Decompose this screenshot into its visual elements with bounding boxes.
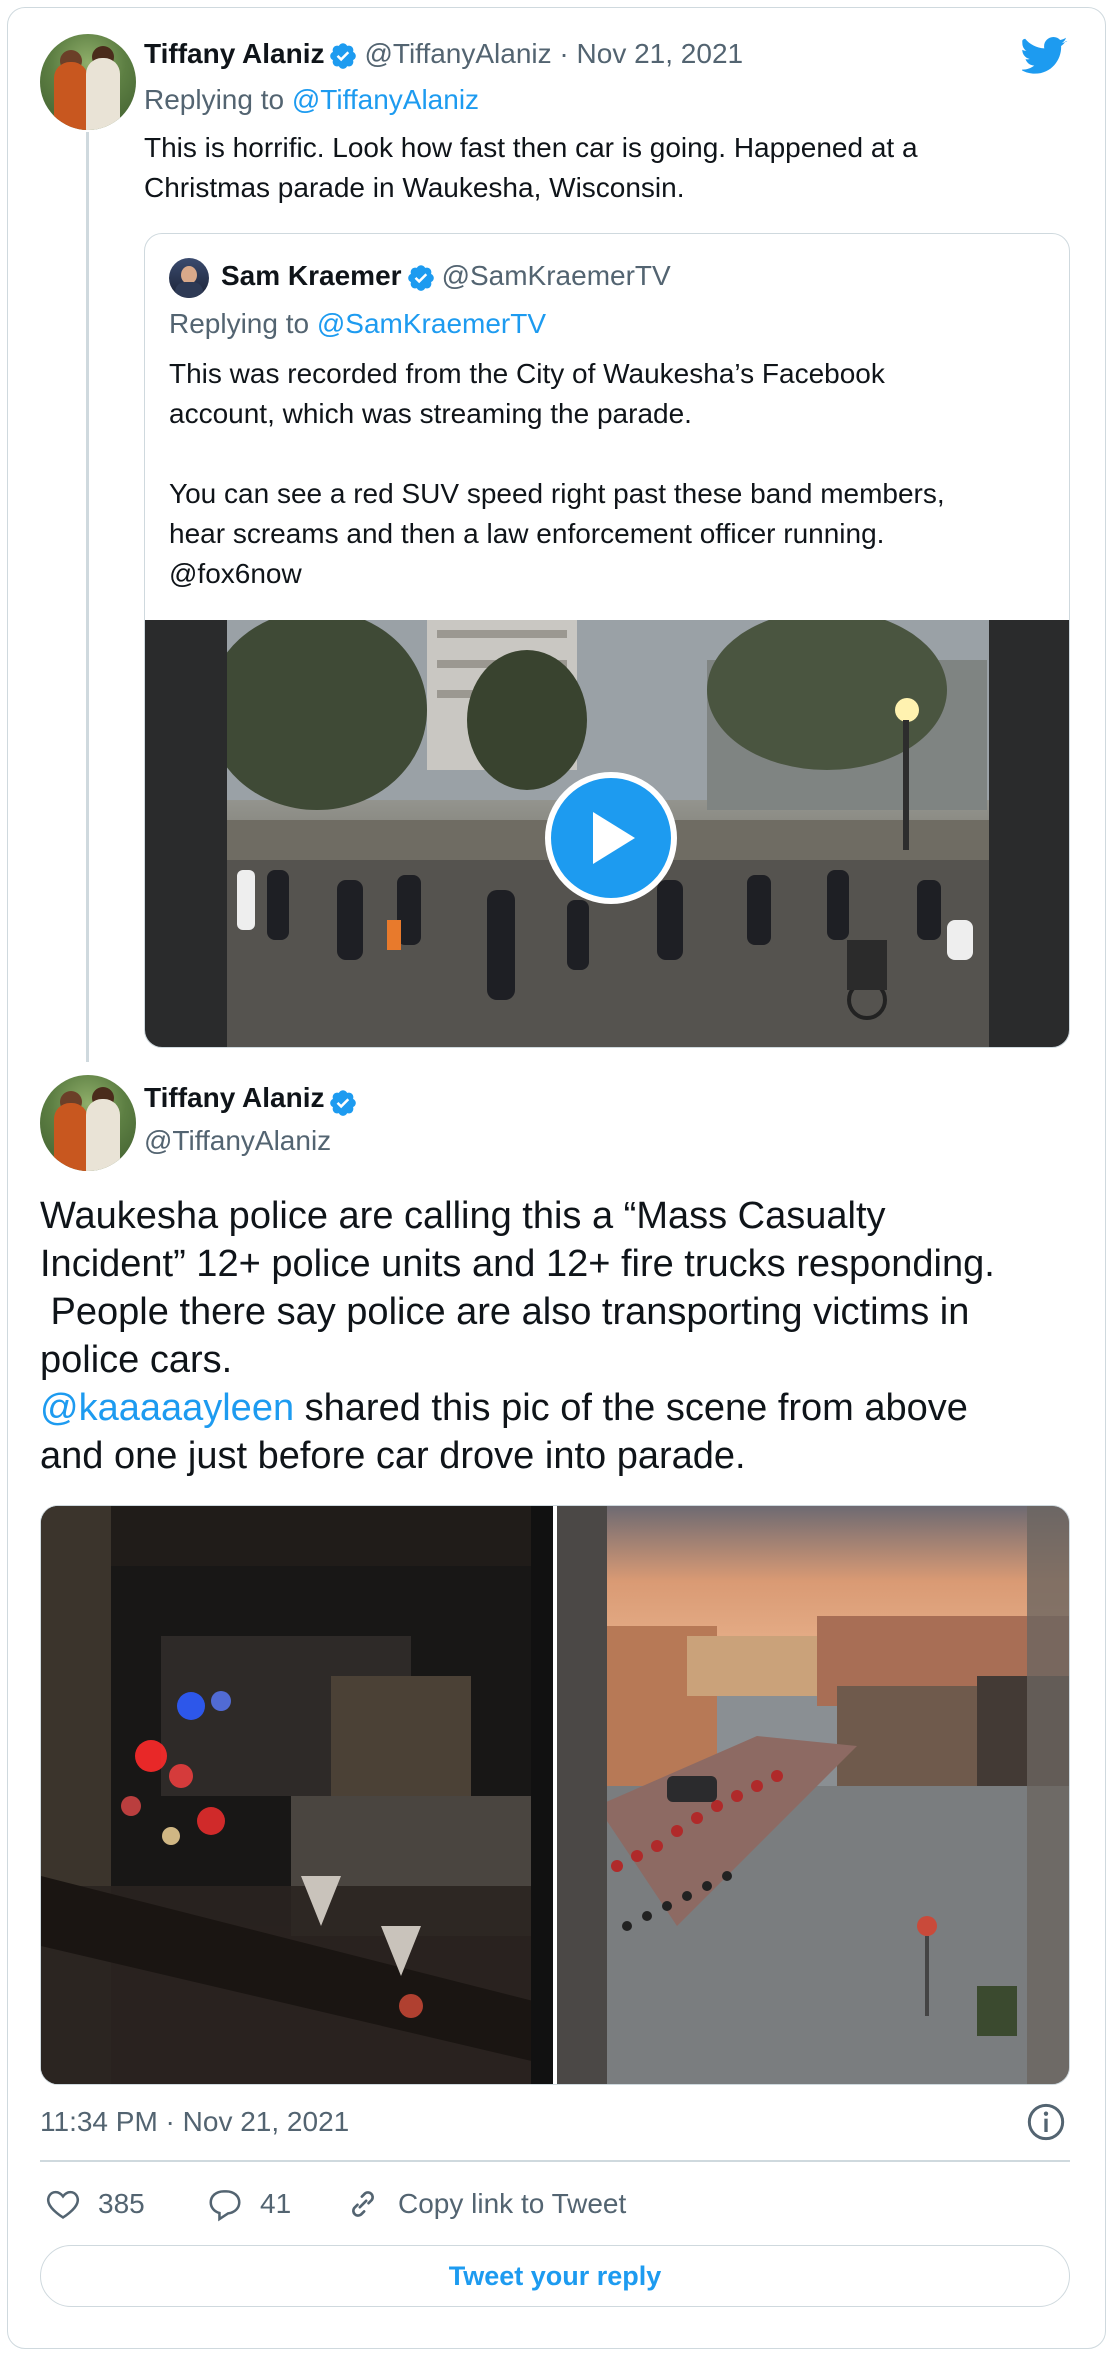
main-text-line-mention: @kaaaaayleen shared this pic of the scen…	[40, 1384, 1080, 1432]
copy-link-action[interactable]: Copy link to Tweet	[344, 2184, 626, 2224]
avatar-tiffany-alaniz[interactable]	[40, 1075, 136, 1171]
quoted-tweet-text: This was recorded from the City of Wauke…	[169, 354, 1049, 594]
author-handle[interactable]: @TiffanyAlaniz	[364, 38, 551, 69]
quoted-text-line: hear screams and then a law enforcement …	[169, 518, 885, 549]
reply-tweet-text: This is horrific. Look how fast then car…	[144, 128, 1054, 208]
header-separator: ·	[551, 38, 577, 69]
tweet-date[interactable]: Nov 21, 2021	[577, 38, 744, 69]
tweet-timestamp[interactable]: 11:34 PM · Nov 21, 2021	[40, 2106, 349, 2138]
quoted-text-line: You can see a red SUV speed right past t…	[169, 478, 945, 509]
replying-to-prefix: Replying to	[144, 84, 292, 115]
quoted-author-name[interactable]: Sam Kraemer	[221, 260, 402, 291]
quoted-text-mention[interactable]: @fox6now	[169, 554, 1049, 594]
tweet-your-reply-button[interactable]: Tweet your reply	[40, 2245, 1070, 2307]
twitter-logo-icon[interactable]	[1022, 36, 1068, 76]
main-text-line: Waukesha police are calling this a “Mass…	[40, 1195, 886, 1237]
main-tweet-header: Tiffany Alaniz	[144, 1082, 364, 1118]
avatar-sam-kraemer[interactable]	[169, 258, 209, 298]
main-text-line: police cars.	[40, 1339, 233, 1381]
photo-night-scene[interactable]	[41, 1506, 553, 2084]
replying-to-line: Replying to @TiffanyAlaniz	[144, 84, 479, 116]
replying-to-prefix: Replying to	[169, 308, 317, 339]
photo-grid	[40, 1505, 1070, 2085]
quoted-author-handle[interactable]: @SamKraemerTV	[442, 260, 671, 291]
video-player[interactable]	[145, 620, 1069, 1047]
link-icon	[352, 2191, 374, 2217]
reply-count: 41	[260, 2188, 292, 2219]
reply-tweet-text-line: Christmas parade in Waukesha, Wisconsin.	[144, 172, 685, 203]
main-text-line: Incident” 12+ police units and 12+ fire …	[40, 1243, 995, 1285]
reply-action[interactable]: 41	[206, 2184, 291, 2224]
verified-badge-icon	[330, 42, 357, 69]
like-count: 385	[98, 2188, 145, 2219]
main-author-handle[interactable]: @TiffanyAlaniz	[144, 1125, 331, 1157]
like-action[interactable]: 385	[44, 2184, 145, 2224]
info-icon[interactable]	[1026, 2102, 1066, 2142]
photo-daytime-scene[interactable]	[557, 1506, 1069, 2084]
play-icon	[593, 812, 635, 864]
avatar-tiffany-alaniz[interactable]	[40, 34, 136, 130]
verified-badge-icon	[330, 1089, 357, 1116]
reply-tweet-text-line: This is horrific. Look how fast then car…	[144, 132, 918, 163]
quoted-text-line: This was recorded from the City of Wauke…	[169, 358, 885, 389]
reply-tweet-header: Tiffany Alaniz @TiffanyAlaniz · Nov 21, 2…	[144, 38, 743, 71]
quoted-tweet-header: Sam Kraemer @SamKraemerTV	[221, 260, 671, 293]
main-text-line: People there say police are also transpo…	[40, 1291, 970, 1333]
replying-to-handle[interactable]: @SamKraemerTV	[317, 308, 546, 339]
copy-link-label: Copy link to Tweet	[398, 2188, 627, 2219]
heart-icon	[47, 2190, 79, 2219]
play-button[interactable]	[545, 772, 677, 904]
author-name[interactable]: Tiffany Alaniz	[144, 38, 324, 69]
main-text-line: and one just before car drove into parad…	[40, 1435, 746, 1477]
thread-connector-line	[86, 132, 89, 1062]
verified-badge-icon	[407, 264, 434, 291]
quoted-tweet[interactable]: Sam Kraemer @SamKraemerTV Replying to @Sa…	[144, 233, 1070, 1048]
divider	[40, 2160, 1070, 2162]
main-tweet-text: Waukesha police are calling this a “Mass…	[40, 1192, 1080, 1480]
main-author-name[interactable]: Tiffany Alaniz	[144, 1082, 324, 1113]
quoted-text-line: account, which was streaming the parade.	[169, 398, 692, 429]
quoted-replying-to-line: Replying to @SamKraemerTV	[169, 308, 546, 340]
reply-bubble-icon	[209, 2190, 241, 2222]
mention-link[interactable]: @kaaaaayleen	[40, 1387, 294, 1429]
replying-to-handle[interactable]: @TiffanyAlaniz	[292, 84, 479, 115]
main-text-segment: shared this pic of the scene from above	[294, 1387, 968, 1429]
